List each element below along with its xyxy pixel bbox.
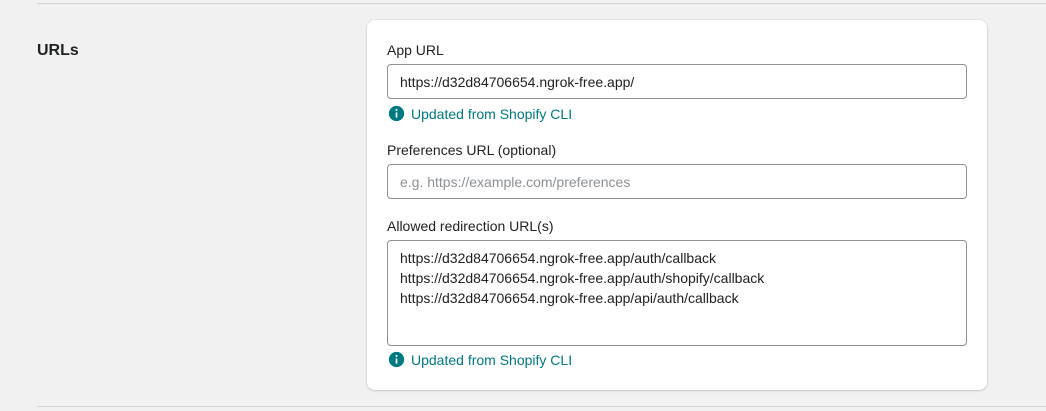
preferences-url-label: Preferences URL (optional) [387, 142, 557, 158]
bottom-divider [37, 406, 1046, 407]
section-title: URLs [37, 42, 79, 59]
redirect-urls-hint: Updated from Shopify CLI [388, 351, 572, 368]
redirect-urls-hint-text: Updated from Shopify CLI [411, 351, 573, 368]
info-circle-icon [388, 105, 405, 122]
top-divider [37, 3, 1046, 4]
info-circle-icon [388, 351, 405, 368]
urls-card: App URL Updated from Shopify CLI Prefere… [367, 20, 987, 390]
redirect-urls-label: Allowed redirection URL(s) [387, 218, 554, 234]
settings-page: URLs App URL Updated from Shopify CLI Pr… [0, 0, 1046, 411]
app-url-hint-text: Updated from Shopify CLI [411, 105, 573, 122]
redirect-urls-textarea[interactable]: https://d32d84706654.ngrok-free.app/auth… [387, 240, 967, 346]
app-url-hint: Updated from Shopify CLI [388, 105, 572, 122]
app-url-input[interactable] [387, 64, 967, 99]
app-url-label: App URL [387, 42, 444, 58]
preferences-url-input[interactable] [387, 164, 967, 199]
